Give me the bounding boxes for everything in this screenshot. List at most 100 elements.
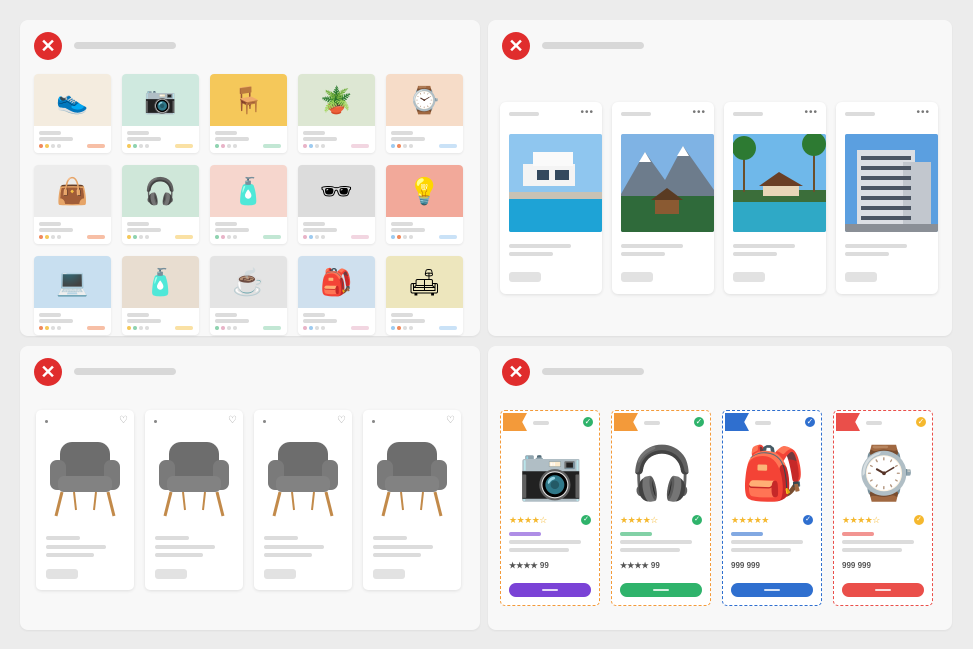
product-card[interactable]: ♡ <box>36 410 134 590</box>
price-placeholder <box>46 553 94 557</box>
buy-button[interactable] <box>731 583 813 597</box>
product-tile[interactable]: 💻 <box>34 256 111 335</box>
close-icon: ✕ <box>502 32 530 60</box>
product-tile[interactable]: 🎧 <box>122 165 199 244</box>
chair-icon: 🪑 <box>210 74 287 126</box>
description-placeholder <box>620 548 680 552</box>
verified-icon: ✓ <box>581 515 591 525</box>
panel-title-placeholder <box>74 42 176 49</box>
rating-stars: ★★★★☆ <box>842 515 880 525</box>
rating-dots <box>215 235 237 239</box>
rating-stars: ★★★★☆ <box>620 515 658 525</box>
description-placeholder <box>155 545 215 549</box>
property-card[interactable]: ••• <box>836 102 938 294</box>
camera-icon: 📷 <box>518 444 584 503</box>
action-button[interactable] <box>845 272 877 282</box>
product-tile[interactable]: 📷 <box>122 74 199 153</box>
tag-placeholder <box>87 144 105 148</box>
action-button[interactable] <box>733 272 765 282</box>
more-options-icon[interactable]: ••• <box>916 107 930 118</box>
add-to-cart-button[interactable] <box>155 569 187 579</box>
description-placeholder <box>509 540 581 544</box>
heart-icon[interactable]: ♡ <box>119 415 128 426</box>
product-tile[interactable]: 🕶 <box>298 165 375 244</box>
headphones-icon: 🎧 <box>629 444 695 503</box>
description-placeholder <box>264 545 324 549</box>
indicator-dot <box>45 420 48 423</box>
property-card[interactable]: ••• <box>612 102 714 294</box>
title-placeholder <box>373 536 407 540</box>
title-placeholder <box>39 131 61 135</box>
plant-icon: 🪴 <box>298 74 375 126</box>
description-placeholder <box>509 548 569 552</box>
product-tile[interactable]: 🎒 <box>298 256 375 335</box>
rating-dots <box>127 235 149 239</box>
check-icon: ✓ <box>916 417 926 427</box>
heart-icon[interactable]: ♡ <box>228 415 237 426</box>
product-tile[interactable]: 🧴 <box>210 165 287 244</box>
rating-dots <box>215 144 237 148</box>
promo-card[interactable]: ✓ 🎧 ★★★★☆ ✓ ★★★★ 99 <box>611 410 711 606</box>
title-placeholder <box>46 536 80 540</box>
product-tile[interactable]: ☕ <box>210 256 287 335</box>
rating-dots <box>39 235 61 239</box>
rating-stars: ★★★★★ <box>731 515 769 525</box>
buy-button[interactable] <box>509 583 591 597</box>
product-tile[interactable]: 💡 <box>386 165 463 244</box>
detail-placeholder <box>509 252 553 256</box>
product-tile[interactable]: 🪴 <box>298 74 375 153</box>
add-to-cart-button[interactable] <box>264 569 296 579</box>
subtitle-placeholder <box>303 137 337 141</box>
backpack-icon: 🎒 <box>298 256 375 308</box>
add-to-cart-button[interactable] <box>46 569 78 579</box>
description-placeholder <box>46 545 106 549</box>
heart-icon[interactable]: ♡ <box>337 415 346 426</box>
modern-house-icon <box>509 134 602 232</box>
more-options-icon[interactable]: ••• <box>580 107 594 118</box>
action-button[interactable] <box>621 272 653 282</box>
product-tile[interactable]: 🧴 <box>122 256 199 335</box>
bottle-icon: 🧴 <box>122 256 199 308</box>
tag-placeholder <box>351 144 369 148</box>
watch-icon: ⌚ <box>851 444 917 503</box>
property-card[interactable]: ••• <box>500 102 602 294</box>
title-placeholder <box>533 421 549 425</box>
product-grid-panel: ✕ 👟 📷 🪑 🪴 ⌚ 👜 🎧 🧴 🕶 💡 💻 🧴 ☕ 🎒 🛋 <box>20 20 480 336</box>
product-tile[interactable]: 👟 <box>34 74 111 153</box>
product-tile[interactable]: ⌚ <box>386 74 463 153</box>
subtitle-placeholder <box>215 228 249 232</box>
action-button[interactable] <box>509 272 541 282</box>
subtitle-placeholder <box>391 319 425 323</box>
panel-title-placeholder <box>542 42 644 49</box>
more-options-icon[interactable]: ••• <box>804 107 818 118</box>
property-cards-panel: ✕ ••• ••• ••• ••• <box>488 20 952 336</box>
description-placeholder <box>731 540 803 544</box>
promo-card[interactable]: ✓ 📷 ★★★★☆ ✓ ★★★★ 99 <box>500 410 600 606</box>
rating-dots <box>391 144 413 148</box>
more-options-icon[interactable]: ••• <box>692 107 706 118</box>
armchair-icon <box>149 430 239 520</box>
rating-dots <box>391 235 413 239</box>
subtitle-placeholder <box>127 137 161 141</box>
product-tile[interactable]: 🪑 <box>210 74 287 153</box>
product-tile[interactable]: 👜 <box>34 165 111 244</box>
product-card[interactable]: ♡ <box>363 410 461 590</box>
heart-icon[interactable]: ♡ <box>446 415 455 426</box>
buy-button[interactable] <box>620 583 702 597</box>
subtitle-placeholder <box>303 228 337 232</box>
tag-placeholder <box>87 235 105 239</box>
promo-card[interactable]: ✓ ⌚ ★★★★☆ ✓ 999 999 <box>833 410 933 606</box>
property-card[interactable]: ••• <box>724 102 826 294</box>
address-placeholder <box>621 244 683 248</box>
close-icon: ✕ <box>34 358 62 386</box>
subtitle-placeholder <box>215 137 249 141</box>
perfume-icon: 🧴 <box>210 165 287 217</box>
add-to-cart-button[interactable] <box>373 569 405 579</box>
product-card[interactable]: ♡ <box>145 410 243 590</box>
rating-dots <box>39 326 61 330</box>
product-tile[interactable]: 🛋 <box>386 256 463 335</box>
price-label: 999 999 <box>842 561 871 570</box>
product-card[interactable]: ♡ <box>254 410 352 590</box>
promo-card[interactable]: ✓ 🎒 ★★★★★ ✓ 999 999 <box>722 410 822 606</box>
buy-button[interactable] <box>842 583 924 597</box>
